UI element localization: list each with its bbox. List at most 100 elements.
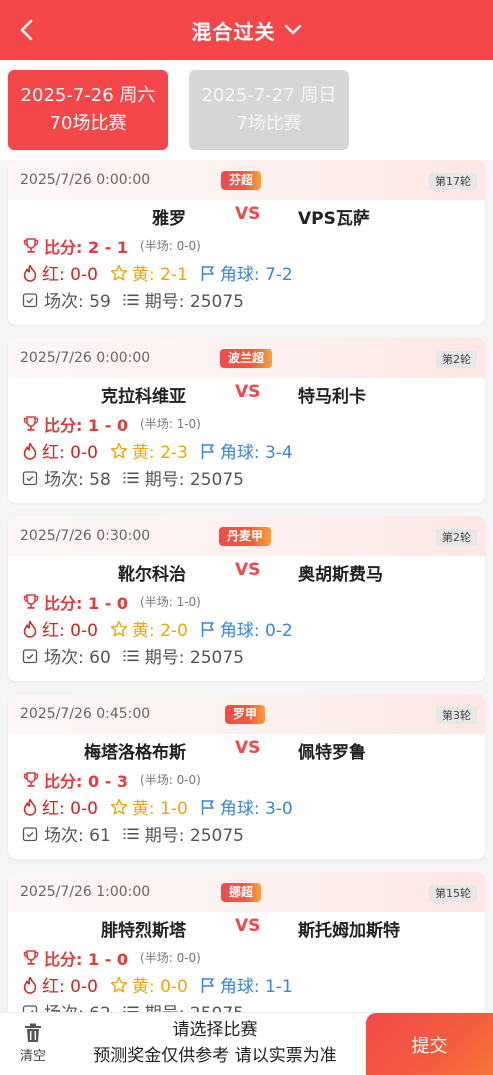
away-team: 佩特罗鲁 bbox=[298, 743, 366, 763]
clear-button[interactable]: 清空 bbox=[10, 1023, 56, 1069]
match-card[interactable]: 2025/7/26 0:45:00 罗甲 第3轮 梅塔洛格布斯 VS 佩特罗鲁 … bbox=[8, 694, 485, 859]
vs-label: VS bbox=[235, 738, 261, 758]
disclaimer-text: 预测奖金仅供参考 请以实票为准 bbox=[93, 1046, 337, 1066]
match-time: 2025/7/26 0:45:00 bbox=[20, 706, 151, 722]
corners-value: 3-0 bbox=[264, 799, 293, 819]
clock-icon bbox=[22, 826, 38, 842]
away-team: VPS瓦萨 bbox=[298, 209, 370, 229]
list-icon bbox=[123, 471, 139, 485]
match-card-header: 2025/7/26 0:00:00 芬超 第17轮 bbox=[8, 160, 485, 200]
yellow-cards-value: 2-3 bbox=[160, 443, 188, 463]
corner-label: 角球: bbox=[219, 621, 265, 641]
vs-label: VS bbox=[235, 382, 261, 402]
score-value: 1 - 0 bbox=[87, 415, 129, 435]
trophy-icon bbox=[22, 415, 40, 433]
corner-label: 角球: bbox=[219, 443, 265, 463]
away-team: 特马利卡 bbox=[298, 387, 366, 407]
match-card[interactable]: 2025/7/26 0:30:00 丹麦甲 第2轮 靴尔科治 VS 奥胡斯费马 … bbox=[8, 516, 485, 681]
home-team: 雅罗 bbox=[152, 209, 186, 229]
meta-line: 场次: 61 期号: 25075 bbox=[8, 820, 485, 847]
issue-label: 期号: bbox=[145, 1004, 190, 1012]
half-score: (半场: 0-0) bbox=[140, 773, 201, 787]
yellow-label: 黄: bbox=[131, 265, 161, 285]
issue-value: 25075 bbox=[189, 826, 245, 846]
issue-value: 25075 bbox=[189, 470, 245, 490]
trophy-icon bbox=[22, 593, 40, 611]
red-cards-value: 0-0 bbox=[70, 621, 98, 641]
session-value: 62 bbox=[89, 1004, 111, 1012]
meta-line: 场次: 59 期号: 25075 bbox=[8, 286, 485, 313]
date-tabs: 2025-7-26 周六 70场比赛 2025-7-27 周日 7场比赛 bbox=[0, 60, 493, 160]
red-cards-value: 0-0 bbox=[70, 265, 98, 285]
title-dropdown[interactable]: 混合过关 bbox=[192, 16, 302, 45]
half-score: (半场: 0-0) bbox=[140, 951, 201, 965]
yellow-cards-value: 0-0 bbox=[160, 977, 188, 997]
score-line: 比分: 2 - 1 (半场: 0-0) bbox=[8, 232, 485, 259]
flame-icon bbox=[22, 620, 38, 638]
session-value: 58 bbox=[89, 470, 111, 490]
issue-value: 25075 bbox=[189, 648, 245, 668]
cards-line: 红: 0-0 黄: 1-0 角球: 3-0 bbox=[8, 793, 485, 820]
score-value: 1 - 0 bbox=[87, 593, 129, 613]
red-label: 红: bbox=[42, 977, 71, 997]
trash-icon bbox=[25, 1023, 41, 1042]
teams-row: 腓特烈斯塔 VS 斯托姆加斯特 bbox=[8, 912, 485, 944]
back-button[interactable] bbox=[14, 16, 40, 44]
session-value: 61 bbox=[89, 826, 111, 846]
league-badge: 丹麦甲 bbox=[219, 527, 272, 546]
flame-icon bbox=[22, 264, 38, 282]
issue-value: 25075 bbox=[190, 1004, 244, 1012]
red-label: 红: bbox=[42, 265, 71, 285]
score-line: 比分: 1 - 0 (半场: 1-0) bbox=[8, 588, 485, 615]
cards-line: 红: 0-0 黄: 2-3 角球: 3-4 bbox=[8, 437, 485, 464]
match-card[interactable]: 2025/7/26 1:00:00 挪超 第15轮 腓特烈斯塔 VS 斯托姆加斯… bbox=[8, 872, 485, 1012]
match-card[interactable]: 2025/7/26 0:00:00 波兰超 第2轮 克拉科维亚 VS 特马利卡 … bbox=[8, 338, 485, 503]
page-title: 混合过关 bbox=[191, 19, 276, 44]
date-tab-0726[interactable]: 2025-7-26 周六 70场比赛 bbox=[8, 70, 168, 150]
vs-label: VS bbox=[235, 560, 261, 580]
score-value: 0 - 3 bbox=[87, 771, 129, 791]
flame-icon bbox=[22, 442, 38, 460]
match-card-header: 2025/7/26 0:00:00 波兰超 第2轮 bbox=[8, 338, 485, 378]
clock-icon bbox=[22, 292, 38, 308]
corners-value: 1-1 bbox=[264, 977, 293, 997]
date-tab-count: 70场比赛 bbox=[49, 113, 127, 134]
home-team: 克拉科维亚 bbox=[101, 387, 186, 407]
league-badge: 罗甲 bbox=[225, 705, 266, 724]
round-badge: 第2轮 bbox=[436, 351, 477, 368]
yellow-label: 黄: bbox=[131, 977, 161, 997]
score-label: 比分: bbox=[44, 949, 88, 969]
score-value: 2 - 1 bbox=[87, 237, 129, 257]
corners-value: 0-2 bbox=[264, 621, 293, 641]
corners-value: 7-2 bbox=[264, 265, 293, 285]
star-icon bbox=[110, 264, 128, 282]
round-badge: 第17轮 bbox=[429, 173, 477, 190]
score-label: 比分: bbox=[44, 593, 88, 613]
trophy-icon bbox=[22, 237, 40, 255]
red-label: 红: bbox=[42, 443, 71, 463]
round-badge: 第2轮 bbox=[436, 529, 477, 546]
date-tab-0727[interactable]: 2025-7-27 周日 7场比赛 bbox=[189, 70, 349, 150]
cards-line: 红: 0-0 黄: 2-1 角球: 7-2 bbox=[8, 259, 485, 286]
issue-label: 期号: bbox=[144, 648, 190, 668]
date-tab-date: 2025-7-27 周日 bbox=[201, 85, 337, 106]
match-list[interactable]: 2025/7/26 0:00:00 芬超 第17轮 雅罗 VS VPS瓦萨 比分… bbox=[0, 160, 493, 1012]
teams-row: 靴尔科治 VS 奥胡斯费马 bbox=[8, 556, 485, 588]
session-label: 场次: bbox=[44, 826, 90, 846]
vs-label: VS bbox=[235, 916, 261, 936]
list-icon bbox=[123, 293, 139, 307]
score-value: 1 - 0 bbox=[87, 949, 129, 969]
half-score: (半场: 0-0) bbox=[140, 239, 201, 253]
cards-line: 红: 0-0 黄: 2-0 角球: 0-2 bbox=[8, 615, 485, 642]
corner-label: 角球: bbox=[219, 265, 265, 285]
match-time: 2025/7/26 0:00:00 bbox=[20, 350, 151, 366]
match-card-header: 2025/7/26 0:30:00 丹麦甲 第2轮 bbox=[8, 516, 485, 556]
match-card[interactable]: 2025/7/26 0:00:00 芬超 第17轮 雅罗 VS VPS瓦萨 比分… bbox=[8, 160, 485, 325]
star-icon bbox=[110, 798, 128, 816]
flag-icon bbox=[200, 442, 216, 460]
list-icon bbox=[123, 1005, 139, 1012]
home-team: 梅塔洛格布斯 bbox=[84, 743, 186, 763]
cards-line: 红: 0-0 黄: 0-0 角球: 1-1 bbox=[8, 971, 485, 998]
trophy-icon bbox=[22, 949, 40, 967]
submit-button[interactable]: 提交 bbox=[366, 1013, 493, 1075]
